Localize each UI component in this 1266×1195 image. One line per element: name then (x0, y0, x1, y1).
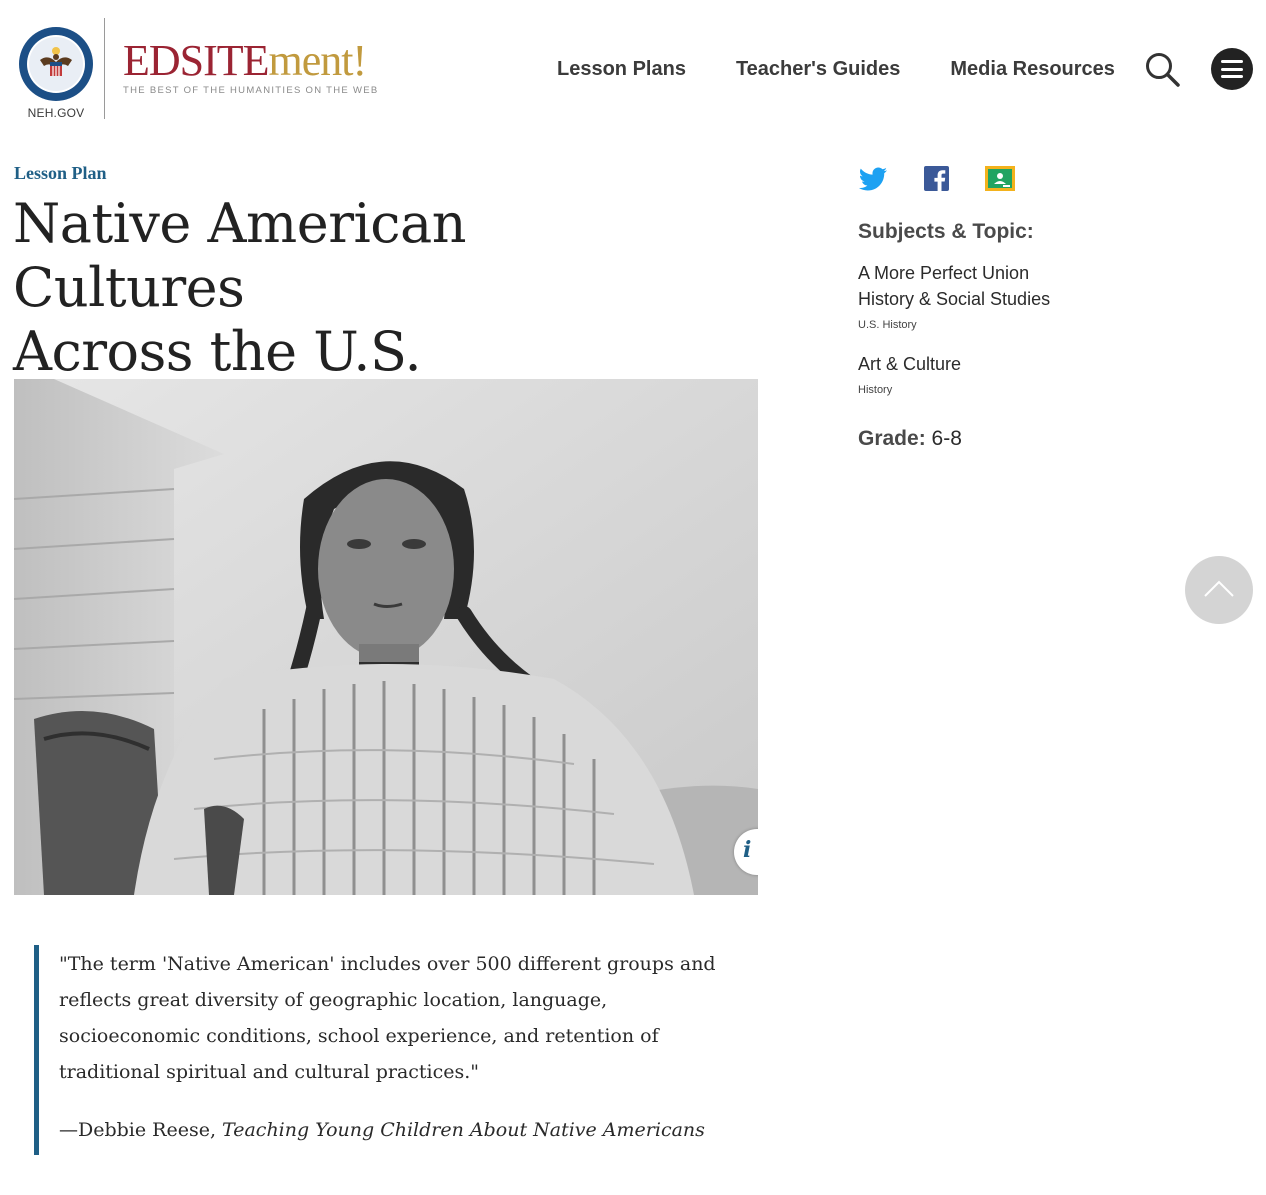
topic-line: History & Social Studies (858, 289, 1051, 309)
back-to-top-button[interactable] (1185, 556, 1253, 624)
page-title-line-1: Native American Cultures (13, 192, 467, 319)
brand-tagline: THE BEST OF THE HUMANITIES ON THE WEB (123, 85, 379, 96)
brand-part-2: ment! (268, 36, 368, 85)
facebook-icon (924, 166, 949, 191)
main-nav: Lesson Plans Teacher's Guides Media Reso… (557, 58, 1165, 81)
quote-text: "The term 'Native American' includes ove… (59, 953, 716, 1083)
share-twitter-button[interactable] (858, 165, 888, 193)
pull-quote: "The term 'Native American' includes ove… (34, 945, 754, 1155)
grade-label: Grade: (858, 427, 926, 450)
hamburger-menu-icon (1221, 60, 1243, 63)
topic-line: Art & Culture (858, 354, 962, 374)
hamburger-menu-icon-bar (1221, 75, 1243, 78)
header-divider (104, 18, 105, 119)
hero-image: i (14, 379, 758, 895)
topic-link-art-culture[interactable]: Art & Culture (858, 351, 961, 377)
info-icon: i (743, 837, 752, 863)
twitter-icon (858, 167, 887, 191)
grade-value: 6-8 (925, 427, 962, 450)
grade-level: Grade: 6-8 (858, 427, 962, 451)
share-google-classroom-button[interactable] (984, 165, 1015, 193)
neh-label: NEH.GOV (27, 106, 85, 120)
topic-line: A More Perfect Union (858, 263, 1030, 283)
subjects-heading: Subjects & Topic: (858, 220, 1034, 243)
nav-teachers-guides[interactable]: Teacher's Guides (736, 58, 900, 81)
quote-source-title: Teaching Young Children About Native Ame… (222, 1119, 705, 1141)
content-type-label: Lesson Plan (14, 163, 107, 183)
topic-link-a-more-perfect-union[interactable]: A More Perfect Union History & Social St… (858, 260, 1050, 312)
search-button[interactable] (1144, 51, 1182, 89)
topic-sub-history[interactable]: History (858, 384, 892, 396)
share-facebook-button[interactable] (921, 165, 951, 193)
neh-logo-link[interactable]: NEH.GOV (18, 26, 94, 126)
topic-sub-us-history[interactable]: U.S. History (858, 319, 917, 331)
neh-seal-icon (19, 27, 93, 101)
page-title: Native American Cultures Across the U.S. (13, 192, 713, 384)
google-classroom-icon (985, 166, 1015, 191)
page-title-line-2: Across the U.S. (13, 320, 422, 383)
brand-title: EDSITEment! (123, 38, 379, 84)
search-icon (1146, 53, 1180, 87)
menu-button[interactable] (1211, 48, 1253, 90)
edsitement-logo-link[interactable]: EDSITEment! THE BEST OF THE HUMANITIES O… (123, 38, 379, 97)
brand-part-1: EDSITE (123, 36, 270, 85)
hamburger-menu-icon-bar (1221, 67, 1243, 71)
quote-author: —Debbie Reese, (59, 1119, 223, 1141)
chevron-up-icon (1204, 580, 1234, 597)
nav-media-resources[interactable]: Media Resources (950, 58, 1115, 81)
quote-citation: —Debbie Reese, Teaching Young Children A… (59, 1119, 754, 1141)
share-bar (858, 165, 1047, 193)
hero-photo (14, 379, 758, 895)
nav-lesson-plans[interactable]: Lesson Plans (557, 58, 686, 81)
site-header: NEH.GOV EDSITEment! THE BEST OF THE HUMA… (0, 0, 1266, 135)
